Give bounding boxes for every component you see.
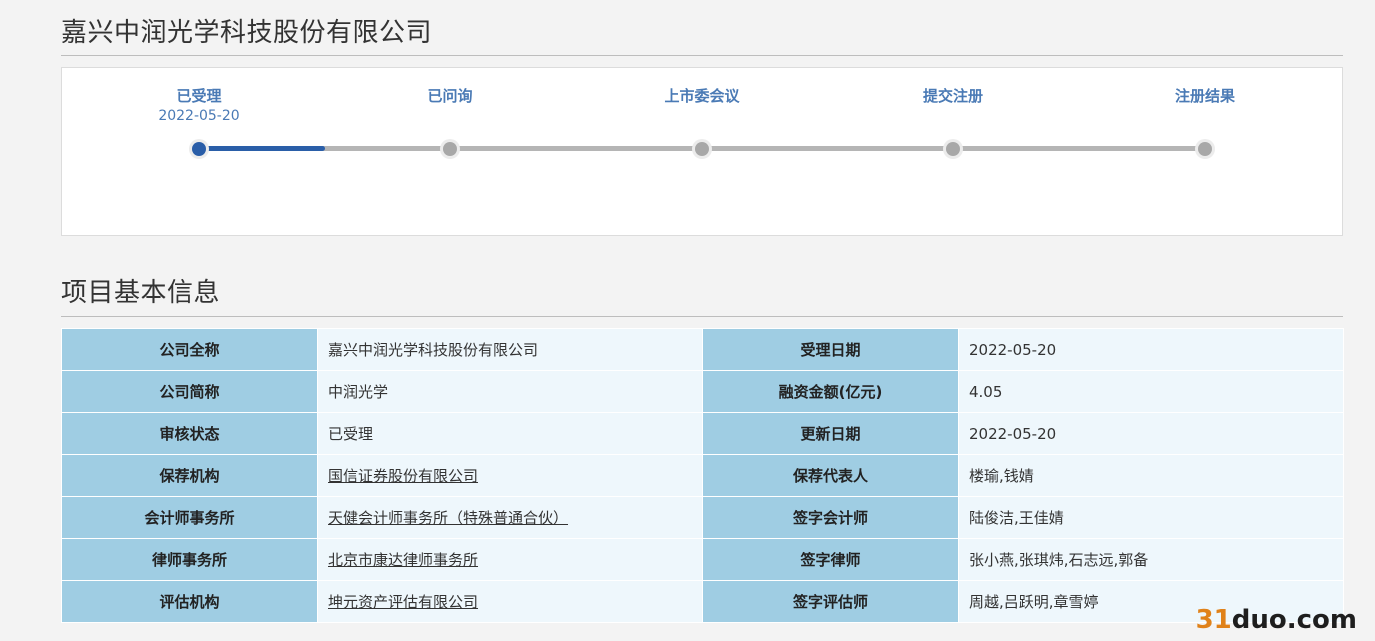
watermark-text: duo.com xyxy=(1231,605,1357,635)
step-submit-registration: 提交注册 xyxy=(873,86,1033,106)
field-label: 签字律师 xyxy=(702,538,959,581)
step-accepted: 已受理 2022-05-20 xyxy=(119,86,279,126)
field-value: 天健会计师事务所（特殊普通合伙） xyxy=(317,496,703,539)
field-value: 张小燕,张琪炜,石志远,郭备 xyxy=(958,538,1344,581)
field-label: 律师事务所 xyxy=(61,538,318,581)
watermark-number: 31 xyxy=(1195,605,1232,635)
step-listing-committee: 上市委会议 xyxy=(622,86,782,106)
field-label: 保荐机构 xyxy=(61,454,318,497)
step-accepted-label: 已受理 xyxy=(176,87,222,105)
step-node-listing-committee xyxy=(692,139,712,159)
accounting-firm-link[interactable]: 天健会计师事务所（特殊普通合伙） xyxy=(328,509,568,527)
section-divider xyxy=(61,316,1343,317)
field-label: 签字会计师 xyxy=(702,496,959,539)
field-label: 审核状态 xyxy=(61,412,318,455)
step-node-submit-registration xyxy=(943,139,963,159)
step-registration-result-label: 注册结果 xyxy=(1174,87,1235,105)
field-value: 已受理 xyxy=(317,412,703,455)
table-row: 会计师事务所 天健会计师事务所（特殊普通合伙） 签字会计师 陆俊洁,王佳婧 xyxy=(61,496,1344,539)
step-node-accepted xyxy=(189,139,209,159)
field-value: 楼瑜,钱婧 xyxy=(958,454,1344,497)
appraisal-firm-link[interactable]: 坤元资产评估有限公司 xyxy=(328,593,478,611)
field-value: 嘉兴中润光学科技股份有限公司 xyxy=(317,328,703,371)
field-label: 会计师事务所 xyxy=(61,496,318,539)
step-node-inquired xyxy=(440,139,460,159)
title-divider xyxy=(61,55,1343,56)
step-inquired: 已问询 xyxy=(370,86,530,106)
field-label: 保荐代表人 xyxy=(702,454,959,497)
step-node-registration-result xyxy=(1195,139,1215,159)
step-accepted-date: 2022-05-20 xyxy=(158,108,240,124)
field-label: 签字评估师 xyxy=(702,580,959,623)
review-progress-panel: 已受理 2022-05-20 已问询 上市委会议 提交注册 注册结果 xyxy=(61,67,1343,236)
table-row: 律师事务所 北京市康达律师事务所 签字律师 张小燕,张琪炜,石志远,郭备 xyxy=(61,538,1344,581)
table-row: 评估机构 坤元资产评估有限公司 签字评估师 周越,吕跃明,章雪婷 xyxy=(61,580,1344,623)
step-submit-registration-label: 提交注册 xyxy=(922,87,983,105)
step-inquired-label: 已问询 xyxy=(427,87,473,105)
field-value: 国信证券股份有限公司 xyxy=(317,454,703,497)
step-listing-committee-label: 上市委会议 xyxy=(664,87,740,105)
field-value: 2022-05-20 xyxy=(958,328,1344,371)
field-label: 融资金额(亿元) xyxy=(702,370,959,413)
field-value: 坤元资产评估有限公司 xyxy=(317,580,703,623)
field-label: 更新日期 xyxy=(702,412,959,455)
company-title: 嘉兴中润光学科技股份有限公司 xyxy=(61,18,433,48)
field-label: 受理日期 xyxy=(702,328,959,371)
table-row: 保荐机构 国信证券股份有限公司 保荐代表人 楼瑜,钱婧 xyxy=(61,454,1344,497)
section-title: 项目基本信息 xyxy=(61,278,221,308)
field-value: 中润光学 xyxy=(317,370,703,413)
table-row: 公司简称 中润光学 融资金额(亿元) 4.05 xyxy=(61,370,1344,413)
field-label: 公司简称 xyxy=(61,370,318,413)
field-value: 2022-05-20 xyxy=(958,412,1344,455)
progress-track-fill xyxy=(199,146,325,151)
field-value: 陆俊洁,王佳婧 xyxy=(958,496,1344,539)
project-info-table: 公司全称 嘉兴中润光学科技股份有限公司 受理日期 2022-05-20 公司简称… xyxy=(61,328,1344,623)
step-registration-result: 注册结果 xyxy=(1125,86,1285,106)
table-row: 审核状态 已受理 更新日期 2022-05-20 xyxy=(61,412,1344,455)
field-label: 评估机构 xyxy=(61,580,318,623)
field-label: 公司全称 xyxy=(61,328,318,371)
sponsor-link[interactable]: 国信证券股份有限公司 xyxy=(328,467,478,485)
watermark-logo: 31duo.com xyxy=(1196,605,1357,635)
field-value: 北京市康达律师事务所 xyxy=(317,538,703,581)
table-row: 公司全称 嘉兴中润光学科技股份有限公司 受理日期 2022-05-20 xyxy=(61,328,1344,371)
law-firm-link[interactable]: 北京市康达律师事务所 xyxy=(328,551,478,569)
field-value: 4.05 xyxy=(958,370,1344,413)
